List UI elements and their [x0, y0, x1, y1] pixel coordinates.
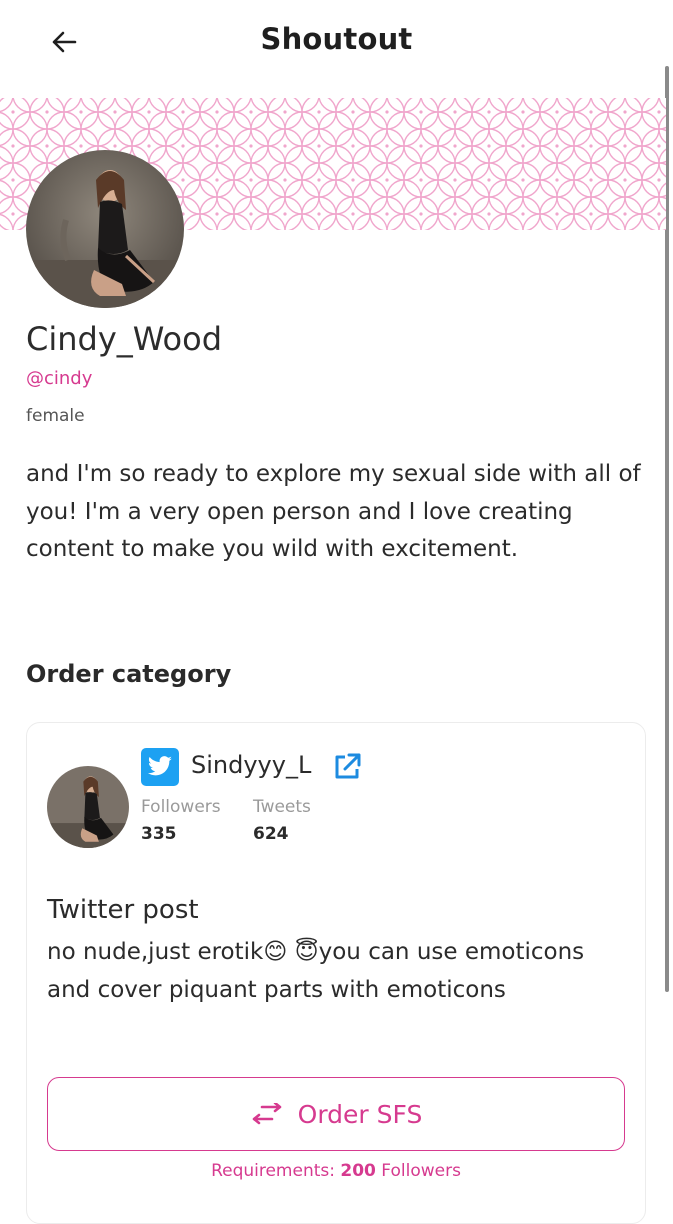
page-title: Shoutout: [260, 22, 413, 56]
order-card: Sindyyy_L Followers 335 Tweets 624 Twitt…: [26, 722, 646, 1224]
account-name: Sindyyy_L: [191, 751, 312, 779]
profile-gender: female: [26, 406, 85, 426]
avatar-photo-small: [47, 766, 129, 848]
profile-handle: @cindy: [26, 368, 93, 389]
requirements-prefix: Requirements:: [211, 1161, 341, 1181]
profile-display-name: Cindy_Wood: [26, 320, 222, 358]
profile-avatar[interactable]: [26, 150, 184, 308]
external-link-icon[interactable]: [331, 751, 363, 783]
twitter-icon: [141, 748, 179, 786]
tweets-label: Tweets: [253, 797, 311, 817]
tweets-count: 624: [253, 824, 289, 844]
post-description: no nude,just erotik😊 😇you can use emotic…: [47, 939, 585, 1003]
followers-count: 335: [141, 824, 177, 844]
requirements-value: 200: [340, 1161, 376, 1181]
account-avatar[interactable]: [47, 766, 129, 848]
order-button-label: Order SFS: [297, 1099, 423, 1129]
top-bar: Shoutout: [0, 0, 673, 90]
requirements-suffix: Followers: [375, 1161, 461, 1181]
avatar-photo: [26, 150, 184, 308]
requirements-text: Requirements: 200 Followers: [27, 1161, 645, 1181]
followers-label: Followers: [141, 797, 221, 817]
swap-arrows-icon: [252, 1103, 281, 1125]
post-title: Twitter post: [47, 895, 199, 925]
order-category-title: Order category: [26, 660, 232, 688]
profile-bio: and I'm so ready to explore my sexual si…: [26, 461, 641, 562]
order-sfs-button[interactable]: Order SFS: [47, 1077, 625, 1151]
